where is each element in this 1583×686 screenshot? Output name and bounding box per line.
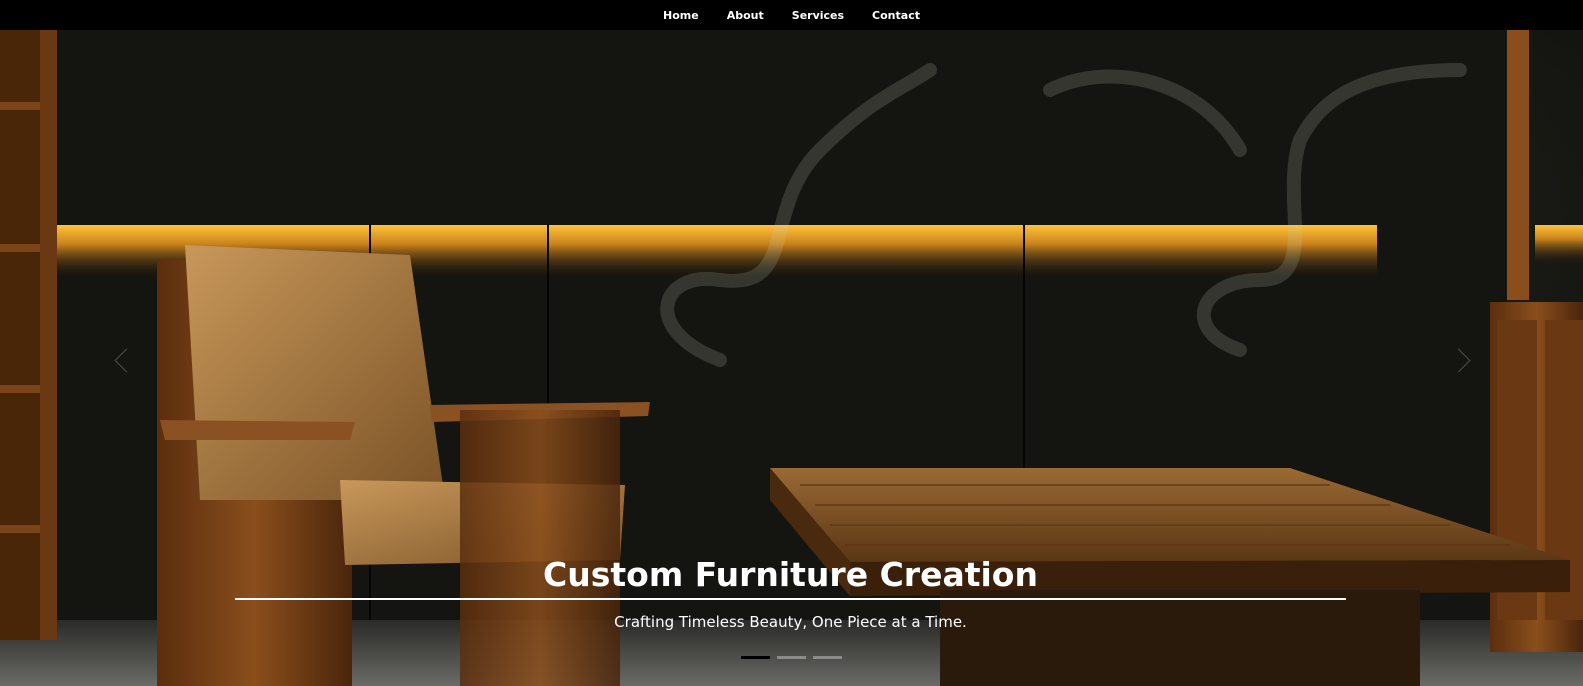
title-divider xyxy=(235,598,1346,600)
carousel-next-button[interactable] xyxy=(1446,340,1478,380)
hero-carousel: Custom Furniture Creation Crafting Timel… xyxy=(0,30,1583,686)
carousel-indicators xyxy=(741,656,842,659)
nav-links: Home About Services Contact xyxy=(0,0,1583,30)
nav-link-home[interactable]: Home xyxy=(649,9,713,22)
nav-link-contact[interactable]: Contact xyxy=(858,9,934,22)
top-navigation: Home About Services Contact xyxy=(0,0,1583,30)
hero-caption: Custom Furniture Creation Crafting Timel… xyxy=(235,555,1346,631)
hero-subtitle: Crafting Timeless Beauty, One Piece at a… xyxy=(614,613,967,631)
carousel-indicator-1[interactable] xyxy=(741,656,770,659)
hero-title: Custom Furniture Creation xyxy=(543,555,1038,594)
chevron-right-icon xyxy=(1446,348,1471,373)
nav-link-about[interactable]: About xyxy=(713,9,778,22)
carousel-indicator-3[interactable] xyxy=(813,656,842,659)
carousel-prev-button[interactable] xyxy=(110,340,140,380)
carousel-indicator-2[interactable] xyxy=(777,656,806,659)
nav-link-services[interactable]: Services xyxy=(778,9,858,22)
chevron-left-icon xyxy=(114,348,139,373)
